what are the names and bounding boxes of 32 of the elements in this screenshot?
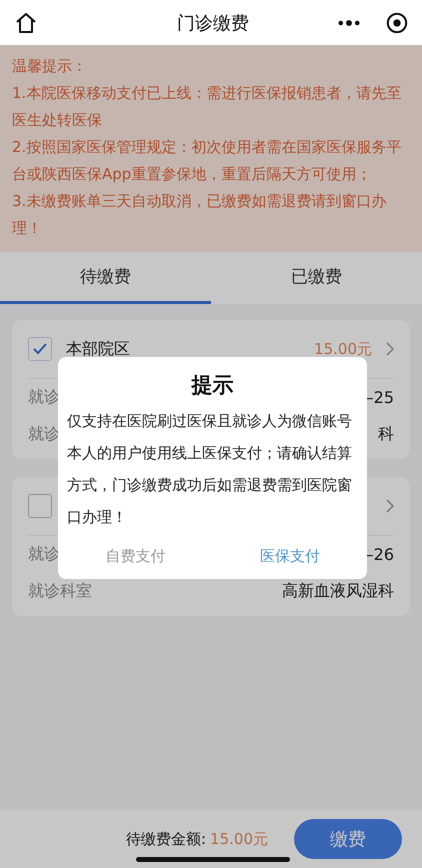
- row-value: –25: [366, 388, 394, 407]
- row-label: 就诊: [28, 544, 60, 565]
- dialog-button[interactable]: 医保支付: [212, 533, 367, 579]
- total-label: 待缴费金额:: [126, 830, 206, 848]
- chevron-right-icon[interactable]: [386, 342, 394, 356]
- notice-title: 温馨提示：: [12, 56, 88, 77]
- dialog-button[interactable]: 自费支付: [58, 533, 212, 579]
- notice-text: 3.未缴费账单三天自动取消，已缴费如需退费请到窗口办理！: [12, 191, 388, 239]
- row-value: 科: [378, 424, 394, 445]
- checkbox[interactable]: [28, 337, 52, 361]
- page-title: 门诊缴费: [176, 12, 250, 34]
- chevron-right-icon[interactable]: [386, 499, 394, 513]
- row-label: 就诊科室: [28, 581, 92, 602]
- notice-text: 2.按照国家医保管理规定：初次使用者需在国家医保服务平台或陕西医保App重置参保地，重置后隔天方可使用；: [12, 137, 402, 185]
- row-value: 高新血液风湿科: [282, 581, 394, 602]
- tab[interactable]: 已缴费: [211, 252, 422, 304]
- row-label: 就诊: [28, 424, 60, 445]
- row-label: 就诊: [28, 387, 60, 408]
- dialog-message: 仅支持在医院刷过医保且就诊人为微信账号本人的用户使用线上医保支付；请确认结算方式，门诊缴费成功后如需退费需到医院窗口办理！: [66, 411, 353, 528]
- campus-name: 本部院区: [66, 338, 130, 360]
- check-icon: [32, 341, 48, 357]
- tab[interactable]: 待缴费: [0, 252, 211, 304]
- bill-amount: 15.00元: [314, 340, 372, 358]
- notice-text: 1.本院医保移动支付已上线：需进行医保报销患者，请先至医生处转医保: [12, 83, 402, 131]
- close-target-icon[interactable]: [386, 12, 408, 34]
- pay-button[interactable]: 缴费: [294, 819, 402, 859]
- dialog-title: 提示: [190, 372, 234, 399]
- total-amount: 15.00元: [210, 830, 268, 848]
- home-icon[interactable]: [14, 10, 38, 34]
- row-value: –26: [366, 545, 394, 564]
- checkbox[interactable]: [28, 494, 52, 518]
- more-icon[interactable]: [338, 18, 360, 26]
